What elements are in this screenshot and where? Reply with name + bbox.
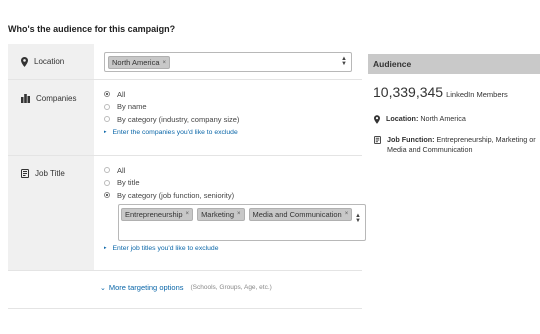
- companies-row: Companies All By name By category (indus…: [8, 79, 362, 155]
- radio-icon[interactable]: [104, 103, 110, 110]
- divider: [8, 308, 362, 309]
- map-pin-icon: [374, 114, 380, 126]
- job-tag[interactable]: Entrepreneurship ×: [121, 207, 194, 221]
- location-label: Location: [34, 57, 65, 66]
- location-select[interactable]: North America × ▲ ▼: [104, 52, 352, 72]
- job-title-label-cell: Job Title: [8, 156, 94, 270]
- job-exclude-link[interactable]: ▸ Enter job titles you'd like to exclude: [104, 245, 362, 252]
- companies-exclude-link[interactable]: ▸ Enter the companies you'd like to excl…: [104, 129, 362, 136]
- remove-tag-icon[interactable]: ×: [345, 211, 349, 217]
- companies-label: Companies: [36, 94, 77, 103]
- audience-location: Location: North America: [368, 114, 540, 126]
- location-row: Location North America × ▲ ▼: [8, 44, 362, 79]
- job-title-row: Job Title All By title By category (job …: [8, 155, 366, 271]
- audience-title: Audience: [368, 54, 540, 74]
- audience-count: 10,339,345 LinkedIn Members: [368, 84, 540, 100]
- job-title-label: Job Title: [35, 169, 65, 178]
- job-tag[interactable]: Media and Communication ×: [248, 207, 353, 221]
- select-caret-icon: ▲ ▼: [355, 212, 361, 224]
- audience-job-function: Job Function: Entrepreneurship, Marketin…: [368, 135, 540, 154]
- chevron-down-icon[interactable]: ⌄: [100, 284, 106, 292]
- job-option-by-category[interactable]: By category (job function, seniority): [104, 189, 362, 202]
- remove-tag-icon[interactable]: ×: [163, 60, 167, 66]
- radio-icon[interactable]: [104, 179, 110, 186]
- audience-count-number: 10,339,345: [373, 84, 444, 100]
- buildings-icon: [21, 94, 30, 103]
- select-caret-icon: ▲ ▼: [341, 56, 347, 67]
- caret-right-icon: ▸: [104, 245, 107, 251]
- companies-option-all[interactable]: All: [104, 88, 362, 101]
- radio-selected-icon[interactable]: [104, 192, 110, 199]
- audience-count-unit: LinkedIn Members: [446, 90, 508, 99]
- more-targeting-link[interactable]: More targeting options: [109, 283, 184, 292]
- map-pin-icon: [21, 56, 28, 67]
- companies-option-by-name[interactable]: By name: [104, 101, 362, 114]
- radio-selected-icon[interactable]: [104, 91, 110, 98]
- more-targeting-hint: (Schools, Groups, Age, etc.): [190, 284, 272, 291]
- radio-icon[interactable]: [104, 116, 110, 123]
- remove-tag-icon[interactable]: ×: [237, 211, 241, 217]
- job-option-all[interactable]: All: [104, 164, 362, 177]
- radio-icon[interactable]: [104, 167, 110, 174]
- location-tag-label: North America: [112, 58, 160, 67]
- caret-right-icon: ▸: [104, 129, 107, 135]
- audience-location-value: North America: [420, 114, 466, 123]
- companies-label-cell: Companies: [8, 80, 94, 155]
- page-title: Who's the audience for this campaign?: [8, 24, 176, 34]
- location-tag[interactable]: North America ×: [108, 56, 171, 69]
- id-card-icon: [21, 169, 29, 178]
- job-tag[interactable]: Marketing ×: [197, 207, 245, 221]
- audience-location-label: Location:: [386, 114, 419, 123]
- remove-tag-icon[interactable]: ×: [186, 211, 190, 217]
- job-category-select[interactable]: Entrepreneurship × Marketing × Media and…: [118, 203, 366, 241]
- location-label-cell: Location: [8, 44, 94, 79]
- audience-panel: Audience 10,339,345 LinkedIn Members Loc…: [368, 54, 540, 154]
- id-card-icon: [374, 135, 381, 147]
- targeting-form: Location North America × ▲ ▼ Companies A…: [8, 44, 366, 271]
- audience-job-label: Job Function:: [387, 135, 435, 144]
- companies-option-by-category[interactable]: By category (industry, company size): [104, 113, 362, 126]
- more-targeting: ⌄ More targeting options (Schools, Group…: [100, 283, 272, 292]
- job-option-by-title[interactable]: By title: [104, 177, 362, 190]
